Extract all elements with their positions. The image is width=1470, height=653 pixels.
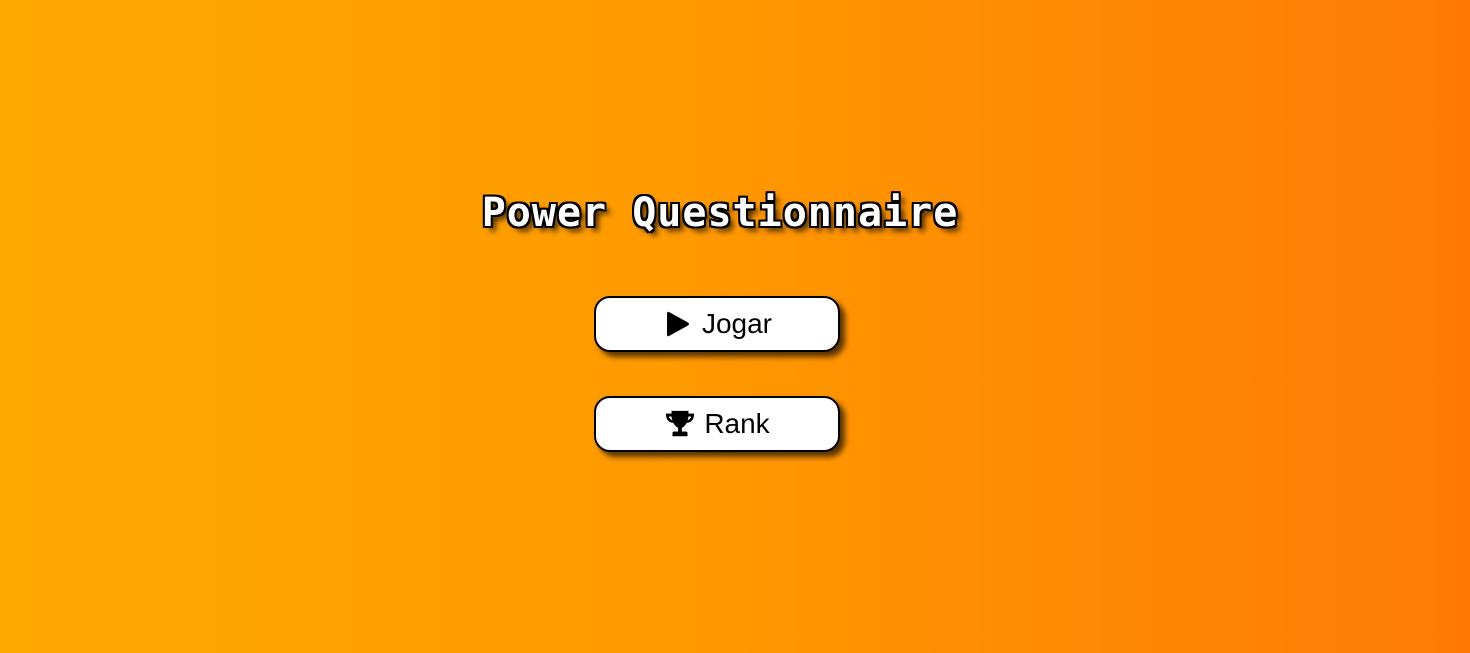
play-button[interactable]: Jogar [594, 296, 840, 352]
trophy-icon [664, 408, 696, 440]
play-icon [662, 308, 694, 340]
rank-button-label: Rank [704, 408, 770, 439]
page-title: Power Questionnaire [481, 189, 959, 236]
play-button-label: Jogar [701, 308, 773, 339]
rank-button[interactable]: Rank [594, 396, 840, 452]
